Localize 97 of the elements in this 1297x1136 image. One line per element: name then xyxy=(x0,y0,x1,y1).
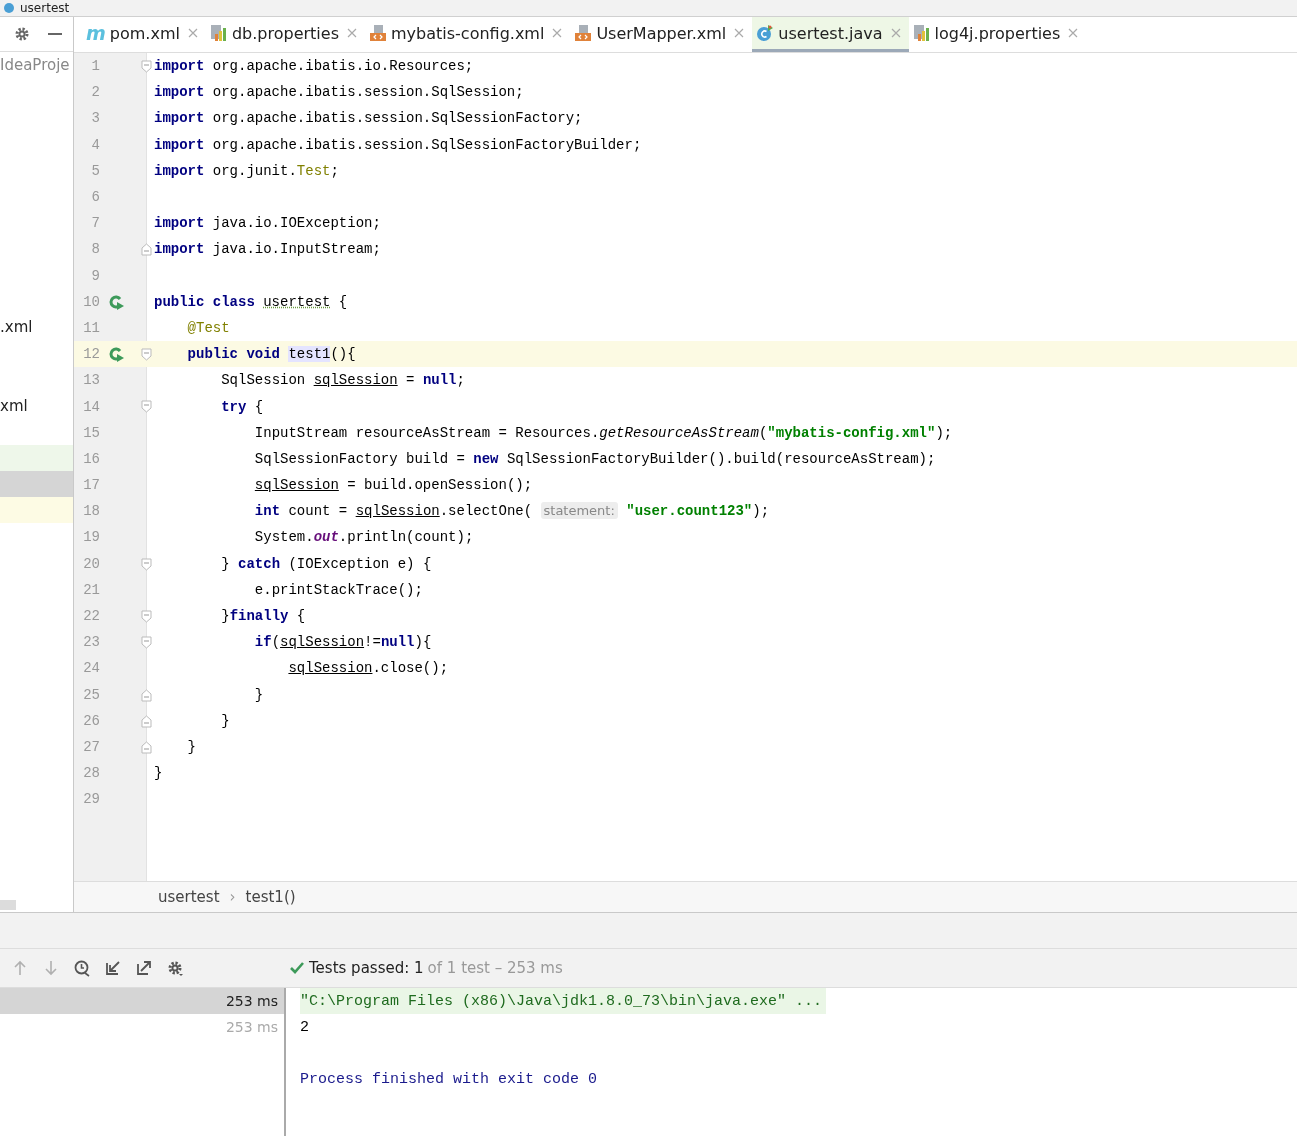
line-number: 21 xyxy=(82,581,100,598)
line-number: 28 xyxy=(82,765,100,782)
history-icon[interactable] xyxy=(74,959,91,977)
code-line: System.out.println(count); xyxy=(253,529,474,546)
editor-tab[interactable]: mybatis-config.xml xyxy=(365,17,571,52)
settings-icon[interactable] xyxy=(167,959,184,977)
code-line: } xyxy=(153,765,163,782)
close-icon[interactable] xyxy=(552,28,563,38)
run-icon[interactable] xyxy=(108,347,124,363)
close-icon[interactable] xyxy=(187,28,198,38)
line-number: 29 xyxy=(82,791,100,808)
line-number: 10 xyxy=(82,293,100,310)
close-icon[interactable] xyxy=(347,28,357,38)
line-number: 16 xyxy=(82,450,100,467)
tree-item[interactable]: xml xyxy=(0,392,73,419)
line-number: 18 xyxy=(82,503,100,520)
code-line: import org.apache.ibatis.session.SqlSessionFactory; xyxy=(153,110,583,127)
line-number: 17 xyxy=(82,477,100,494)
close-icon[interactable] xyxy=(1068,28,1079,38)
code-line: try { xyxy=(220,398,264,415)
maven-file-icon: m xyxy=(86,22,106,44)
code-line: import java.io.InputStream; xyxy=(153,241,381,258)
output-line: 2 xyxy=(300,1017,310,1038)
code-line: sqlSession = build.openSession(); xyxy=(253,477,533,494)
code-line: } xyxy=(186,738,196,755)
breadcrumb-item[interactable]: test1() xyxy=(245,888,296,906)
test-row[interactable]: 253 ms xyxy=(0,988,284,1014)
editor-tab[interactable]: usertest.java xyxy=(752,17,909,52)
fold-icon[interactable] xyxy=(141,688,152,702)
editor-tab[interactable]: m pom.xml xyxy=(82,17,206,52)
test-status: Tests passed: 1 xyxy=(309,959,424,977)
line-number: 23 xyxy=(82,634,100,651)
editor-tab[interactable]: log4j.properties xyxy=(908,17,1087,52)
line-number: 25 xyxy=(82,686,100,703)
code-line: e.printStackTrace(); xyxy=(253,581,423,598)
breadcrumb-item[interactable]: usertest xyxy=(158,888,220,906)
code-line: SqlSession sqlSession = null; xyxy=(220,372,465,389)
line-number: 4 xyxy=(90,136,100,153)
code-line: import org.apache.ibatis.session.SqlSessionFactoryBuilder; xyxy=(153,136,642,153)
code-line: @Test xyxy=(186,319,230,336)
line-number: 13 xyxy=(82,372,100,389)
close-icon[interactable] xyxy=(890,28,901,38)
exit-message: Process finished with exit code 0 xyxy=(300,1069,599,1090)
code-line: } xyxy=(253,686,264,703)
line-number: 15 xyxy=(82,424,100,441)
line-number: 26 xyxy=(82,712,100,729)
editor-tab[interactable]: db.properties xyxy=(205,17,365,52)
scrollbar-thumb[interactable] xyxy=(0,900,16,910)
line-number: 2 xyxy=(90,84,100,101)
code-line: import java.io.IOException; xyxy=(153,215,381,232)
app-icon xyxy=(4,3,14,13)
code-line: } catch (IOException e) { xyxy=(220,555,432,572)
import-icon[interactable] xyxy=(105,959,122,977)
fold-icon[interactable] xyxy=(141,400,152,414)
line-number: 1 xyxy=(90,58,100,75)
run-icon[interactable] xyxy=(108,294,124,310)
code-line: SqlSessionFactory build = new SqlSessionFactoryBuilder().build(resourceAsStream); xyxy=(253,450,936,467)
code-line: int count = sqlSession.selectOne( statement: "user.count123"); xyxy=(253,503,770,520)
close-icon[interactable] xyxy=(734,28,745,38)
line-number: 11 xyxy=(82,319,100,336)
line-number: 27 xyxy=(82,738,100,755)
line-number: 6 xyxy=(90,189,100,206)
fold-icon[interactable] xyxy=(141,557,152,571)
line-number: 9 xyxy=(90,267,100,284)
fold-icon[interactable] xyxy=(141,714,152,728)
code-line: }finally { xyxy=(220,608,306,625)
tree-item[interactable]: .xml xyxy=(0,313,73,341)
fold-icon[interactable] xyxy=(141,243,152,257)
line-number: 8 xyxy=(90,241,100,258)
window-title: usertest xyxy=(20,0,70,16)
export-icon[interactable] xyxy=(136,959,153,977)
tree-item[interactable]: IdeaProje xyxy=(0,52,73,79)
fold-icon[interactable] xyxy=(141,348,152,362)
fold-icon[interactable] xyxy=(141,740,152,754)
code-line: InputStream resourceAsStream = Resources.getResourceAsStream("mybatis-config.xml"); xyxy=(253,424,953,441)
code-line: public class usertest { xyxy=(153,293,348,310)
line-number: 7 xyxy=(90,215,100,232)
breadcrumb-separator: › xyxy=(229,888,236,906)
code-line: import org.apache.ibatis.session.SqlSession; xyxy=(153,84,524,101)
line-number: 22 xyxy=(82,608,100,625)
fold-icon[interactable] xyxy=(141,609,152,623)
code-line: sqlSession.close(); xyxy=(287,660,449,677)
fold-icon[interactable] xyxy=(141,636,152,650)
code-line: if(sqlSession!=null){ xyxy=(253,634,432,651)
line-number: 5 xyxy=(90,162,100,179)
code-line: import org.junit.Test; xyxy=(153,162,339,179)
code-line: } xyxy=(220,712,230,729)
line-number: 19 xyxy=(82,529,100,546)
fold-icon[interactable] xyxy=(141,60,152,73)
test-summary: of 1 test – 253 ms xyxy=(427,959,563,977)
line-number: 20 xyxy=(82,555,100,572)
line-number: 14 xyxy=(82,398,100,415)
line-number: 12 xyxy=(82,346,100,363)
line-number: 3 xyxy=(90,110,100,127)
line-number: 24 xyxy=(82,660,100,677)
code-line: import org.apache.ibatis.io.Resources; xyxy=(153,58,474,75)
editor-tab[interactable]: UserMapper.xml xyxy=(570,17,753,52)
